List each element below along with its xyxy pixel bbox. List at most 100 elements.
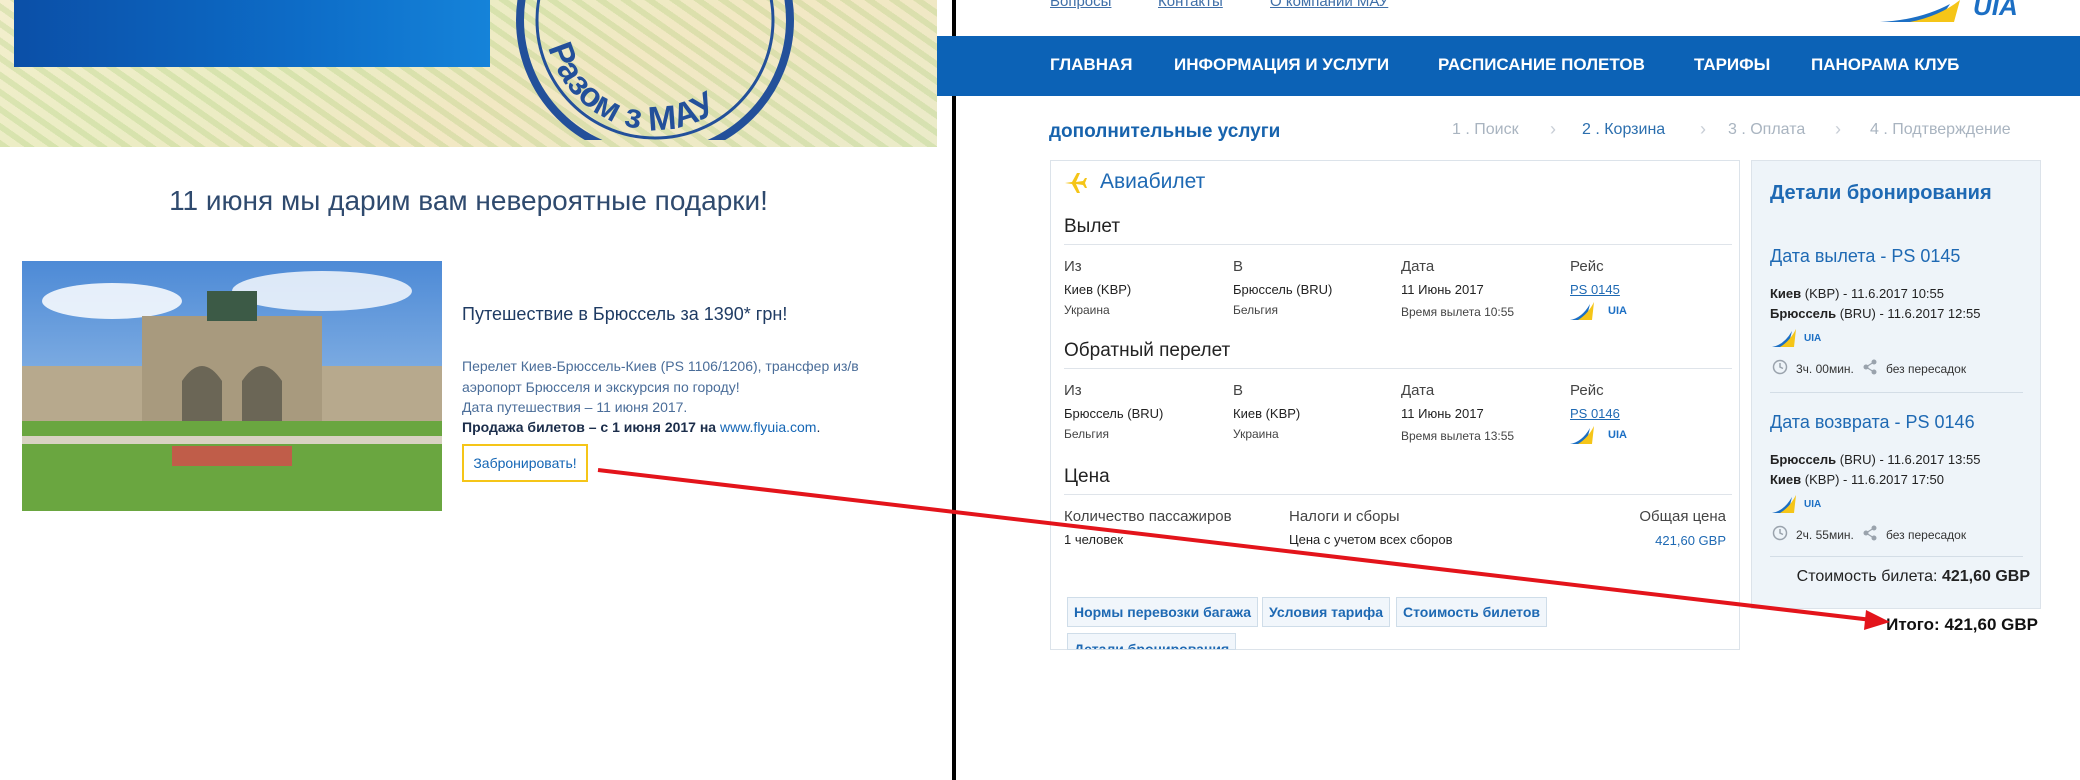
tab-fare-conditions[interactable]: Условия тарифа	[1262, 597, 1390, 627]
nav-home[interactable]: ГЛАВНАЯ	[1050, 55, 1132, 75]
total-label: Итого:	[1886, 615, 1945, 634]
return-to-city: Киев (KBP)	[1233, 406, 1301, 421]
return-origin-city: Брюссель	[1770, 452, 1837, 467]
return-from-country: Бельгия	[1064, 427, 1109, 441]
uia-logo-text: UIA	[1804, 499, 1822, 510]
return-header: Дата возврата - PS 0146	[1770, 412, 1975, 432]
uia-logo[interactable]: UIA	[1880, 0, 2040, 24]
step-confirmation[interactable]: 4 . Подтверждение	[1870, 121, 2011, 139]
chevron-right-icon: ›	[1550, 119, 1556, 139]
route-icon	[1862, 525, 1878, 546]
tab-booking-details[interactable]: Детали бронирования	[1067, 633, 1237, 650]
outbound-flight-link[interactable]: PS 0145	[1570, 282, 1620, 297]
section-divider	[1064, 244, 1732, 245]
return-stops: без пересадок	[1886, 528, 1967, 542]
uia-airline-logo: UIA	[1570, 302, 1627, 327]
route-icon	[1862, 359, 1878, 380]
return-from-city: Брюссель (BRU)	[1064, 406, 1164, 421]
total-price-value: 421,60 GBP	[1655, 533, 1726, 548]
outbound-date: 11 Июнь 2017	[1401, 282, 1484, 297]
departure-destination-detail: (BRU) - 11.6.2017 12:55	[1836, 306, 1981, 321]
departure-destination-city: Брюссель	[1770, 306, 1837, 321]
clock-icon	[1772, 359, 1788, 380]
uia-logo-icon	[1570, 302, 1594, 320]
return-destination-detail: (KBP) - 11.6.2017 17:50	[1801, 472, 1945, 487]
departure-origin-city: Киев	[1770, 286, 1802, 301]
col-taxes: Налоги и сборы	[1289, 508, 1400, 525]
outbound-time: Время вылета 10:55	[1401, 305, 1515, 319]
plane-icon	[1065, 173, 1087, 193]
tab-baggage-rules[interactable]: Нормы перевозки багажа	[1067, 597, 1258, 627]
ticket-panel	[1050, 160, 1740, 650]
col-from: Из	[1064, 258, 1082, 275]
return-to-country: Украина	[1233, 427, 1279, 441]
uia-airline-logo: UIA	[1772, 495, 1821, 520]
outbound-to-country: Бельгия	[1233, 303, 1278, 317]
ticket-cost: Стоимость билета: 421,60 GBP	[1770, 568, 2030, 586]
clock-icon	[1772, 525, 1788, 546]
return-flight-link[interactable]: PS 0146	[1570, 406, 1620, 421]
price-section-title: Цена	[1064, 466, 1110, 487]
outbound-to-city: Брюссель (BRU)	[1233, 282, 1333, 297]
outbound-section-title: Вылет	[1064, 216, 1121, 237]
outbound-from-city: Киев (KBP)	[1064, 282, 1132, 297]
departure-stops: без пересадок	[1886, 362, 1967, 376]
departure-origin: Киев (KBP) - 11.6.2017 10:55	[1770, 286, 1944, 301]
col-to: В	[1233, 258, 1244, 275]
uia-airline-logo: UIA	[1570, 426, 1627, 451]
details-divider	[1770, 392, 2023, 393]
uia-airline-logo: UIA	[1772, 329, 1821, 354]
chevron-right-icon: ›	[1835, 119, 1841, 139]
col-from: Из	[1064, 382, 1082, 399]
step-cart[interactable]: 2 . Корзина	[1582, 121, 1665, 139]
passenger-count: 1 человек	[1064, 532, 1124, 547]
nav-info-services[interactable]: ИНФОРМАЦИЯ И УСЛУГИ	[1174, 55, 1389, 75]
nav-schedule[interactable]: РАСПИСАНИЕ ПОЛЕТОВ	[1438, 55, 1645, 75]
departure-destination: Брюссель (BRU) - 11.6.2017 12:55	[1770, 306, 1980, 321]
tab-ticket-cost[interactable]: Стоимость билетов	[1396, 597, 1548, 627]
uia-logo-text: UIA	[1608, 305, 1627, 317]
ticket-cost-label: Стоимость билета:	[1796, 568, 1942, 585]
toplink-contacts[interactable]: Контакты	[1158, 0, 1223, 10]
departure-header: Дата вылета - PS 0145	[1770, 246, 1961, 266]
uia-logo-text: UIA	[1608, 429, 1627, 441]
toplink-faq[interactable]: Вопросы	[1050, 0, 1111, 10]
ticket-title: Авиабилет	[1100, 170, 1206, 193]
chevron-right-icon: ›	[1700, 119, 1706, 139]
col-total-price: Общая цена	[1639, 508, 1726, 525]
total-amount: Итого: 421,60 GBP	[1770, 615, 2038, 635]
booking-details-title: Детали бронирования	[1770, 182, 1992, 204]
section-divider	[1064, 368, 1732, 369]
return-section-title: Обратный перелет	[1064, 340, 1231, 361]
page-title: дополнительные услуги	[1049, 121, 1281, 142]
col-flight: Рейс	[1570, 258, 1604, 275]
col-passenger-count: Количество пассажиров	[1064, 508, 1232, 525]
departure-duration: 3ч. 00мин.	[1796, 362, 1854, 376]
booking-panel: Вопросы Контакты О компании МАУ UIA ГЛАВ…	[0, 0, 2080, 780]
return-origin-detail: (BRU) - 11.6.2017 13:55	[1836, 452, 1981, 467]
col-to: В	[1233, 382, 1244, 399]
total-value: 421,60 GBP	[1944, 615, 2038, 634]
return-destination-city: Киев	[1770, 472, 1802, 487]
return-duration: 2ч. 55мин.	[1796, 528, 1854, 542]
outbound-from-country: Украина	[1064, 303, 1110, 317]
return-origin: Брюссель (BRU) - 11.6.2017 13:55	[1770, 452, 1980, 467]
return-destination: Киев (KBP) - 11.6.2017 17:50	[1770, 472, 1944, 487]
departure-origin-detail: (KBP) - 11.6.2017 10:55	[1801, 286, 1945, 301]
nav-panorama-club[interactable]: ПАНОРАМА КЛУБ	[1811, 55, 1959, 75]
uia-logo-text: UIA	[1973, 0, 2018, 21]
col-date: Дата	[1401, 258, 1435, 275]
col-flight: Рейс	[1570, 382, 1604, 399]
step-payment[interactable]: 3 . Оплата	[1728, 121, 1805, 139]
return-time: Время вылета 13:55	[1401, 429, 1515, 443]
nav-fares[interactable]: ТАРИФЫ	[1694, 55, 1770, 75]
section-divider	[1064, 494, 1732, 495]
details-divider	[1770, 556, 2023, 557]
col-date: Дата	[1401, 382, 1435, 399]
taxes-note: Цена с учетом всех сборов	[1289, 532, 1453, 547]
ticket-cost-value: 421,60 GBP	[1941, 568, 2030, 585]
step-search[interactable]: 1 . Поиск	[1452, 121, 1519, 139]
toplink-about[interactable]: О компании МАУ	[1270, 0, 1388, 10]
uia-logo-icon	[1570, 426, 1594, 444]
uia-logo-text: UIA	[1804, 333, 1822, 344]
